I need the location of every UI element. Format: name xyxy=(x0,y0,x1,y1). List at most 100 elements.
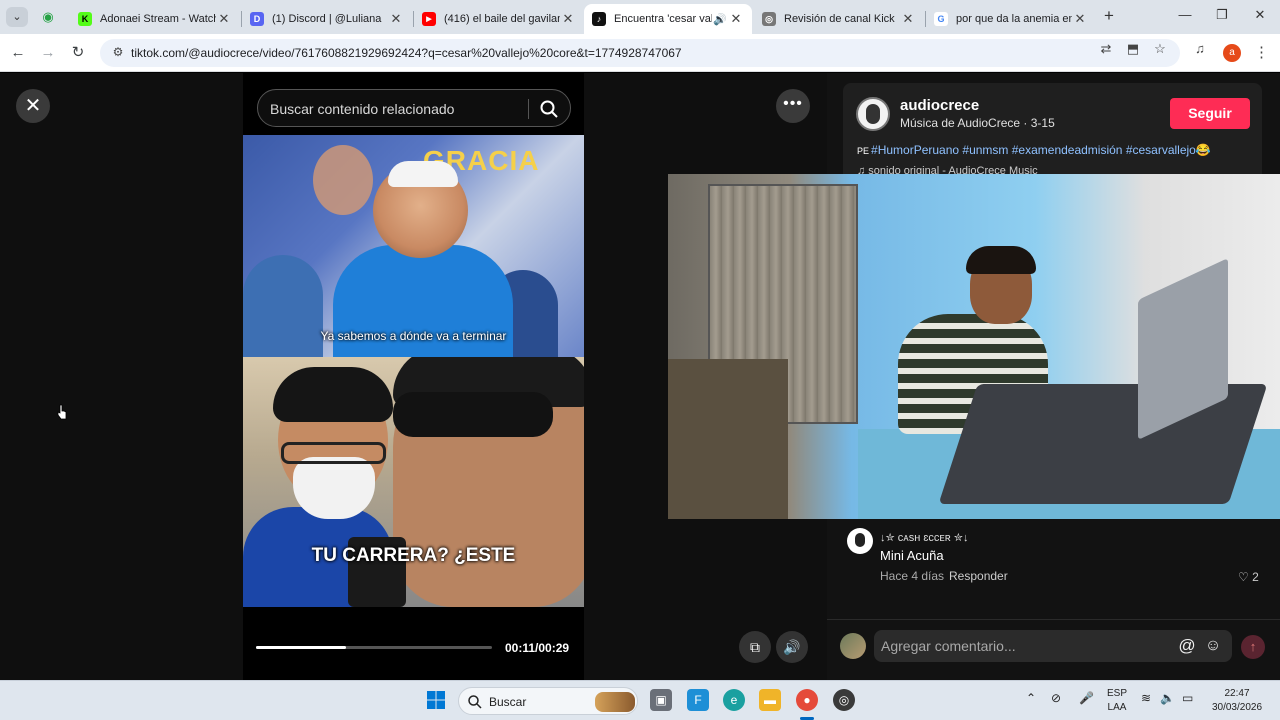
tab-discord[interactable]: D (1) Discord | @Luliana ✕ xyxy=(242,4,412,34)
youtube-icon: ▶ xyxy=(422,12,436,26)
hashtags[interactable]: #HumorPeruano #unmsm #examendeadmisión #… xyxy=(871,143,1211,157)
search-icon[interactable] xyxy=(539,99,559,119)
network-off-icon[interactable]: ⊘ xyxy=(1051,691,1061,705)
tab-title: Encuentra 'cesar valle xyxy=(614,13,712,25)
globe-icon: ◎ xyxy=(762,12,776,26)
author-subtitle: Música de AudioCrece · 3-15 xyxy=(900,116,1055,130)
close-tab-icon[interactable]: ✕ xyxy=(728,11,744,27)
notepad-app-icon[interactable]: F xyxy=(687,689,709,711)
tab-kick-review[interactable]: ◎ Revisión de canal Kick ✕ xyxy=(754,4,924,34)
kick-icon: K xyxy=(78,12,92,26)
install-app-icon[interactable]: ⬒ xyxy=(1124,40,1142,58)
language-code[interactable]: ESP xyxy=(1106,688,1128,699)
search-divider xyxy=(528,99,529,119)
tab-search-icon[interactable]: ⌄ xyxy=(6,7,28,27)
related-search-input[interactable] xyxy=(270,99,520,119)
tiktok-icon: ♪ xyxy=(592,12,606,26)
whatsapp-pinned-tab-icon[interactable]: ◉ xyxy=(36,8,60,26)
forward-arrow-icon[interactable]: → xyxy=(37,42,59,64)
webcam-overlay xyxy=(668,174,1280,519)
reply-button[interactable]: Responder xyxy=(949,569,1008,583)
video-subtitle: Ya sabemos a dónde va a terminar xyxy=(320,329,507,343)
related-search-box xyxy=(257,89,571,127)
url-text[interactable]: tiktok.com/@audiocrece/video/76176088219… xyxy=(131,46,682,60)
interviewer-sunglasses xyxy=(393,392,553,437)
reload-icon[interactable]: ↻ xyxy=(67,42,89,64)
audio-playing-icon[interactable]: 🔊 xyxy=(712,13,728,26)
volume-icon[interactable]: 🔊 xyxy=(776,631,808,663)
file-explorer-icon[interactable]: ▬ xyxy=(759,689,781,711)
speaker-hair xyxy=(388,161,458,187)
comment-like-button[interactable]: ♡ 2 xyxy=(1238,570,1259,584)
follow-button[interactable]: Seguir xyxy=(1170,98,1250,129)
video-description[interactable]: PE #HumorPeruano #unmsm #examendeadmisión… xyxy=(857,143,1211,157)
battery-icon[interactable]: ▭ xyxy=(1182,691,1193,705)
author-name[interactable]: audiocrece xyxy=(900,97,979,114)
clock-time[interactable]: 22:47 xyxy=(1206,688,1268,699)
student-glasses xyxy=(281,442,386,464)
show-hidden-icons[interactable]: ⌃ xyxy=(1026,691,1036,705)
media-control-icon[interactable]: ♫ xyxy=(1191,40,1209,58)
picture-in-picture-icon[interactable]: ⧉ xyxy=(739,631,771,663)
close-video-button[interactable]: ✕ xyxy=(16,89,50,123)
bed xyxy=(668,359,788,519)
video-caption: TU CARRERA? ¿ESTE xyxy=(311,545,516,566)
commenter-avatar[interactable] xyxy=(847,528,873,554)
clock-date[interactable]: 30/03/2026 xyxy=(1206,702,1268,713)
close-tab-icon[interactable]: ✕ xyxy=(1072,11,1088,27)
tab-title: Revisión de canal Kick xyxy=(784,13,895,25)
taskbar-search[interactable]: Buscar xyxy=(458,687,638,715)
windows-taskbar: Buscar ▣ F e ▬ ● ◎ ⌃ ⊘ 🎤 ESP LAA ≋ 🔈 ▭ 2… xyxy=(0,680,1280,720)
heart-icon: ♡ xyxy=(1238,570,1249,584)
video-progress-bar[interactable] xyxy=(256,646,492,649)
site-settings-icon[interactable]: ⚙ xyxy=(110,45,126,61)
hand-cursor-icon xyxy=(57,404,67,420)
video-progress-fill xyxy=(256,646,346,649)
mention-icon[interactable]: @ xyxy=(1177,636,1197,656)
close-tab-icon[interactable]: ✕ xyxy=(900,11,916,27)
video-frame-bottom: TU CARRERA? ¿ESTE xyxy=(243,357,584,607)
keyboard-layout[interactable]: LAA xyxy=(1106,702,1128,713)
minimize-icon[interactable]: — xyxy=(1170,7,1200,22)
tab-youtube[interactable]: ▶ (416) el baile del gavilan ✕ xyxy=(414,4,584,34)
student-mask xyxy=(293,457,375,519)
address-bar[interactable]: ⚙ tiktok.com/@audiocrece/video/761760882… xyxy=(100,39,1180,67)
close-tab-icon[interactable]: ✕ xyxy=(216,11,232,27)
like-count: 2 xyxy=(1252,570,1259,584)
task-view-icon[interactable]: ▣ xyxy=(650,689,672,711)
search-highlight-image xyxy=(595,692,635,712)
windows-start-icon[interactable] xyxy=(426,690,446,710)
window-close-icon[interactable]: ✕ xyxy=(1245,7,1275,23)
browser-tab-strip: ⌄ ◉ K Adonaei Stream - Watch ✕ D (1) Dis… xyxy=(0,0,1280,34)
tab-title: (416) el baile del gavilan xyxy=(444,13,560,25)
back-arrow-icon[interactable]: ← xyxy=(7,42,29,64)
more-options-button[interactable]: ••• xyxy=(776,89,810,123)
wifi-icon[interactable]: ≋ xyxy=(1141,691,1151,705)
close-tab-icon[interactable]: ✕ xyxy=(388,11,404,27)
tab-google-search[interactable]: G por que da la anemia en ✕ xyxy=(926,4,1096,34)
obs-icon[interactable]: ◎ xyxy=(833,689,855,711)
send-comment-button[interactable]: ↑ xyxy=(1241,635,1265,659)
tab-kick-stream[interactable]: K Adonaei Stream - Watch ✕ xyxy=(70,4,240,34)
video-frame-top: GRACIA Ya sabemos a dónde va a terminar xyxy=(243,135,584,357)
student-hair xyxy=(273,367,393,422)
restore-icon[interactable]: ❐ xyxy=(1207,7,1237,23)
speaker-icon[interactable]: 🔈 xyxy=(1160,691,1175,705)
profile-avatar[interactable]: a xyxy=(1223,44,1241,62)
tab-tiktok-active[interactable]: ♪ Encuentra 'cesar valle 🔊 ✕ xyxy=(584,4,752,34)
edge-icon[interactable]: e xyxy=(723,689,745,711)
tab-title: Adonaei Stream - Watch xyxy=(100,13,216,25)
microphone-icon[interactable]: 🎤 xyxy=(1079,691,1094,705)
tab-title: (1) Discord | @Luliana xyxy=(272,13,382,25)
emoji-icon[interactable]: ☺ xyxy=(1203,636,1223,656)
translate-icon[interactable]: ⇄ xyxy=(1097,40,1115,58)
close-tab-icon[interactable]: ✕ xyxy=(560,11,576,27)
chrome-icon[interactable]: ● xyxy=(796,689,818,711)
author-avatar[interactable] xyxy=(856,97,890,131)
bookmark-star-icon[interactable]: ☆ xyxy=(1151,40,1169,58)
taskbar-search-label: Buscar xyxy=(489,695,527,709)
new-tab-plus-icon[interactable]: + xyxy=(1100,7,1118,26)
tab-title: por que da la anemia en xyxy=(956,13,1072,25)
browser-menu-icon[interactable]: ⋮ xyxy=(1254,42,1269,64)
commenter-name[interactable]: ↓✮ ᴄᴀsʜ ɛᴄᴄᴇʀ ✮↓ xyxy=(880,531,969,544)
